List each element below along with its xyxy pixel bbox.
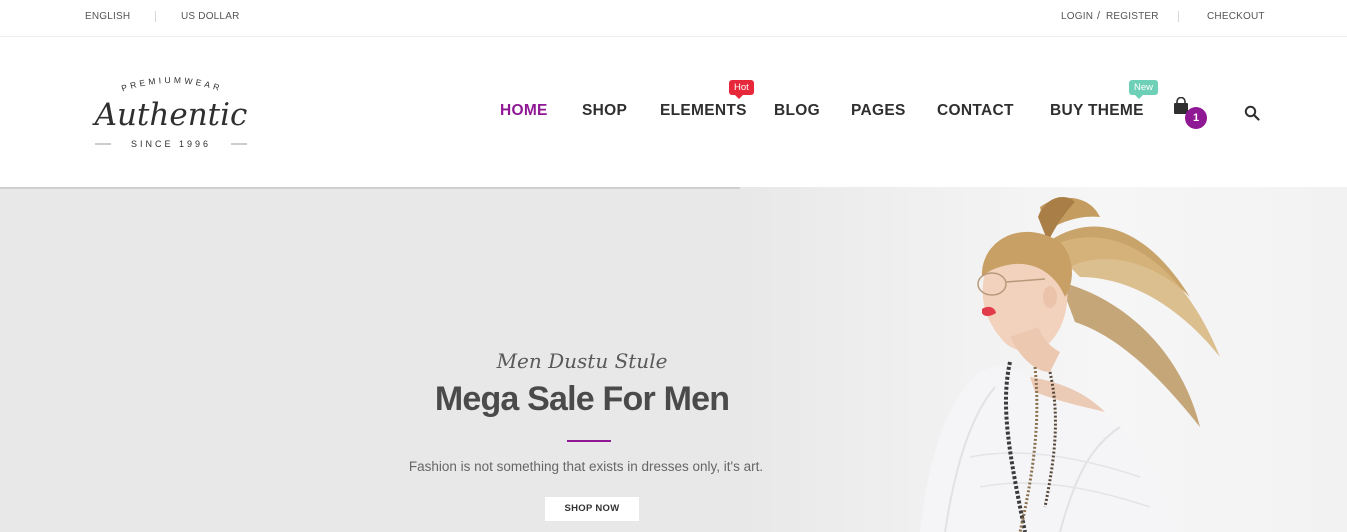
top-bar-divider	[1178, 11, 1179, 22]
register-link[interactable]: REGISTER	[1106, 11, 1159, 22]
search-icon	[1244, 105, 1260, 121]
top-bar-divider	[155, 11, 156, 22]
top-bar: ENGLISH US DOLLAR LOGIN / REGISTER CHECK…	[0, 0, 1347, 37]
nav-shop[interactable]: SHOP	[582, 102, 627, 120]
nav-buy-theme[interactable]: BUY THEME	[1050, 102, 1144, 120]
site-header: PREMIUMWEAR Authentic SINCE 1996 HOME SH…	[0, 37, 1347, 187]
hero-title: Mega Sale For Men	[434, 380, 730, 418]
cart-count-badge: 1	[1185, 107, 1207, 129]
nav-elements[interactable]: ELEMENTS	[660, 102, 747, 120]
site-logo[interactable]: PREMIUMWEAR Authentic SINCE 1996	[85, 73, 257, 153]
nav-contact[interactable]: CONTACT	[937, 102, 1014, 120]
logo-name: Authentic	[92, 97, 248, 133]
cart-button[interactable]: 1	[1172, 97, 1212, 129]
logo-top-text: PREMIUMWEAR	[120, 75, 221, 94]
currency-selector[interactable]: US DOLLAR	[181, 11, 240, 22]
login-register-separator: /	[1097, 10, 1101, 22]
hero-script-title: Men Dustu Stule	[496, 349, 668, 373]
checkout-link[interactable]: CHECKOUT	[1207, 11, 1265, 22]
nav-blog[interactable]: BLOG	[774, 102, 820, 120]
model-image	[920, 197, 1220, 532]
hero-tagline: Fashion is not something that exists in …	[408, 459, 764, 474]
hero-slider: Men Dustu Stule Mega Sale For Men Fashio…	[0, 187, 1347, 532]
shop-now-button[interactable]: SHOP NOW	[545, 497, 639, 521]
svg-text:PREMIUMWEAR: PREMIUMWEAR	[120, 75, 224, 94]
logo-mark: PREMIUMWEAR Authentic SINCE 1996	[92, 75, 248, 149]
search-button[interactable]	[1244, 105, 1260, 121]
hero-divider	[567, 440, 611, 442]
hot-badge: Hot	[729, 80, 754, 99]
nav-home[interactable]: HOME	[500, 102, 548, 120]
language-selector[interactable]: ENGLISH	[85, 11, 130, 22]
login-link[interactable]: LOGIN	[1061, 11, 1093, 22]
logo-bottom-text: SINCE 1996	[131, 139, 211, 149]
nav-pages[interactable]: PAGES	[851, 102, 906, 120]
new-badge: New	[1129, 80, 1159, 99]
